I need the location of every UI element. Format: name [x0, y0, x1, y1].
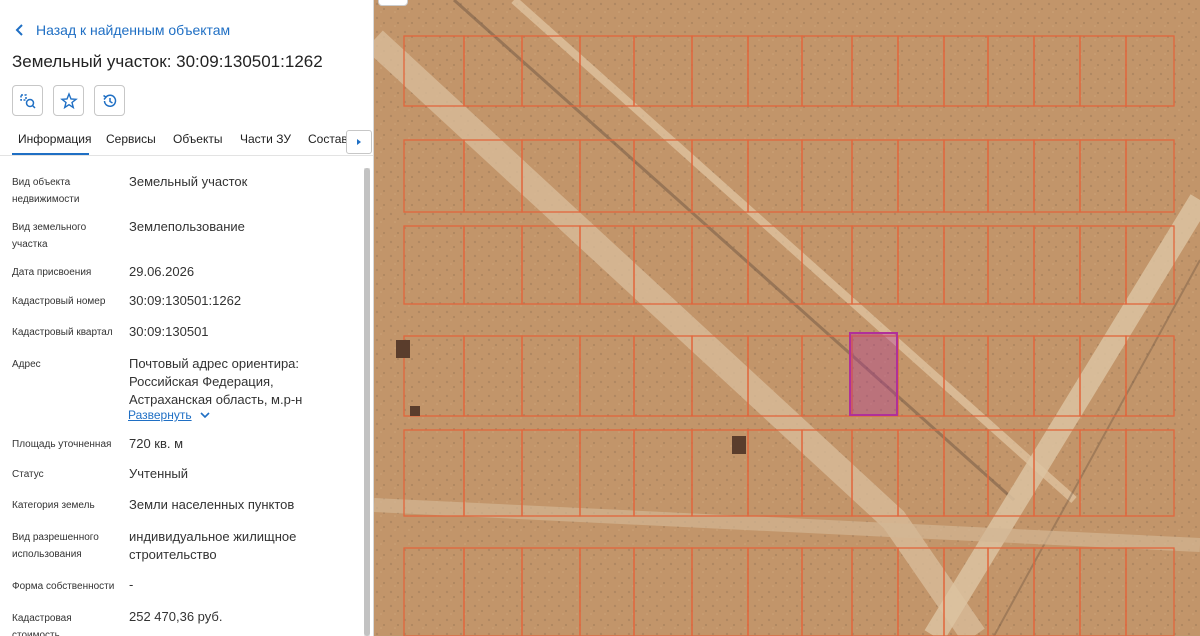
- history-button[interactable]: [94, 85, 125, 116]
- scrollbar-thumb[interactable]: [364, 168, 370, 636]
- back-to-results-link[interactable]: Назад к найденным объектам: [12, 22, 230, 38]
- label-cadastral-cost: Кадастровая стоимость: [12, 613, 72, 636]
- value-area: 720 кв. м: [129, 436, 184, 451]
- value-object-type: Земельный участок: [129, 174, 248, 189]
- label-cadastral-quarter: Кадастровый квартал: [12, 327, 113, 338]
- map-control-button[interactable]: [378, 0, 408, 6]
- label-area: Площадь уточненная: [12, 439, 112, 450]
- value-address: Почтовый адрес ориентира: Российская Фед…: [129, 356, 303, 407]
- tab-objects[interactable]: Объекты: [173, 132, 223, 146]
- history-icon: [102, 94, 116, 107]
- satellite-map[interactable]: [374, 0, 1200, 636]
- label-cadastral-number: Кадастровый номер: [12, 296, 106, 307]
- value-cadastral-quarter: 30:09:130501: [129, 324, 209, 339]
- chevron-left-icon: [15, 24, 23, 36]
- value-assign-date: 29.06.2026: [129, 264, 195, 279]
- tab-composition[interactable]: Состав: [308, 132, 348, 146]
- label-permitted-use: Вид разрешенного использования: [12, 532, 99, 560]
- label-object-type: Вид объекта недвижимости: [12, 177, 80, 205]
- caret-right-icon: [357, 139, 361, 145]
- back-link-label: Назад к найденным объектам: [36, 22, 231, 38]
- value-status: Учтенный: [129, 466, 189, 481]
- label-address: Адрес: [12, 359, 41, 370]
- active-tab-indicator: [12, 153, 89, 155]
- tab-information[interactable]: Информация: [18, 132, 91, 146]
- tab-parts[interactable]: Части ЗУ: [240, 132, 291, 146]
- map-search-button[interactable]: [12, 85, 43, 116]
- expand-label: Развернуть: [128, 408, 192, 422]
- chevron-down-icon: [200, 412, 210, 419]
- tab-services[interactable]: Сервисы: [106, 132, 156, 146]
- label-land-category: Категория земель: [12, 500, 95, 511]
- label-status: Статус: [12, 469, 44, 480]
- value-cadastral-cost: 252 470,36 руб.: [129, 609, 223, 624]
- star-icon: [59, 91, 78, 109]
- favorite-button[interactable]: [53, 85, 84, 116]
- action-toolbar: [12, 85, 125, 116]
- value-ownership: -: [129, 577, 134, 592]
- value-land-category: Земли населенных пунктов: [129, 497, 295, 512]
- label-land-kind: Вид земельного участка: [12, 222, 87, 250]
- label-ownership: Форма собственности: [12, 581, 115, 592]
- map-canvas[interactable]: [374, 0, 1200, 636]
- tabs-next-button[interactable]: [346, 130, 372, 154]
- value-cadastral-number: 30:09:130501:1262: [129, 293, 242, 308]
- value-permitted-use: индивидуальное жилищное строительство: [129, 529, 297, 562]
- expand-address-link[interactable]: Развернуть: [128, 408, 212, 422]
- tab-bar: Информация Сервисы Объекты Части ЗУ Сост…: [0, 124, 373, 156]
- page-title: Земельный участок: 30:09:130501:1262: [12, 52, 323, 71]
- info-panel: Назад к найденным объектам Земельный уча…: [0, 0, 374, 636]
- map-search-icon: [19, 93, 36, 109]
- selected-parcel[interactable]: [849, 332, 898, 416]
- value-land-kind: Землепользование: [129, 219, 245, 234]
- label-assign-date: Дата присвоения: [12, 267, 92, 278]
